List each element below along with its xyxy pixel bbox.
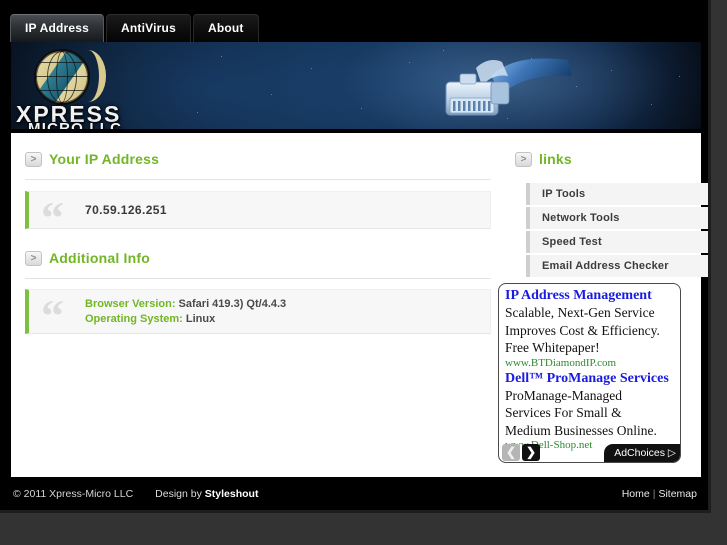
footer-right: Home | Sitemap — [622, 488, 697, 500]
tab-about[interactable]: About — [192, 14, 259, 42]
ad-body-line: Free Whitepaper! — [505, 340, 600, 355]
ad-title-link[interactable]: Dell™ ProManage Services — [505, 370, 674, 387]
logo-text-secondary: MICRO LLC — [28, 120, 123, 131]
ad-body-line: Services For Small & — [505, 405, 622, 420]
section-title-links: links — [539, 151, 572, 167]
sidebar-item-speed-test[interactable]: Speed Test — [526, 231, 708, 253]
section-heading-links: > links — [515, 151, 572, 173]
section-heading-additional-info: > Additional Info — [25, 250, 150, 272]
section-divider — [25, 179, 491, 180]
rj45-network-cable-icon — [436, 54, 576, 126]
tab-bar: IP Address AntiVirus About — [0, 0, 708, 42]
ip-address-blockquote: “ 70.59.126.251 — [25, 191, 491, 241]
additional-info-blockquote: “ Browser Version: Safari 419.3) Qt/4.4.… — [25, 289, 491, 341]
ad-body-line: Medium Businesses Online. — [505, 422, 657, 438]
footer-design-credit: Design by Styleshout — [155, 488, 258, 500]
ad-prev-button[interactable]: ❮ — [502, 444, 520, 461]
footer-copyright: © 2011 Xpress-Micro LLC — [13, 488, 134, 500]
footer-link-sitemap[interactable]: Sitemap — [658, 488, 697, 500]
ad-body-line: Improves Cost & Efficiency. — [505, 322, 660, 338]
section-title-additional-info: Additional Info — [49, 250, 150, 266]
logo-swoosh-icon — [76, 50, 106, 102]
ad-body-line: ProManage-Managed — [505, 387, 622, 403]
chevron-right-icon: > — [25, 151, 42, 167]
page-title: Your IP Address — [49, 151, 160, 167]
footer-design-prefix: Design by — [155, 488, 205, 500]
section-heading-ip-address: > Your IP Address — [25, 151, 159, 173]
ad-body-line: Scalable, Next-Gen Service — [505, 305, 655, 320]
ad-title-link[interactable]: IP Address Management — [505, 287, 674, 304]
quote-icon: “ — [41, 192, 64, 243]
footer-left: © 2011 Xpress-Micro LLC Design by Stylesh… — [13, 488, 258, 500]
main-content: > Your IP Address “ 70.59.126.251 > Additi… — [11, 133, 708, 477]
ad-display-url[interactable]: www.BTDiamondIP.com — [505, 357, 674, 370]
ip-address-value: 70.59.126.251 — [85, 203, 167, 217]
site-banner: XPRESS MICRO LLC — [11, 42, 701, 131]
tab-antivirus[interactable]: AntiVirus — [106, 14, 191, 42]
footer-link-home[interactable]: Home — [622, 488, 650, 500]
ad-next-button[interactable]: ❯ — [522, 444, 540, 461]
chevron-right-icon: > — [25, 250, 42, 266]
browser-version-line: Browser Version: Safari 419.3) Qt/4.4.3 — [85, 297, 482, 312]
page-shell: IP Address AntiVirus About XPRESS MICRO … — [0, 0, 711, 513]
links-list: IP Tools Network Tools Speed Test Email … — [526, 183, 708, 279]
site-logo[interactable]: XPRESS MICRO LLC — [16, 46, 176, 129]
adchoices-button[interactable]: AdChoices ▷ — [604, 444, 680, 462]
sidebar-item-ip-tools[interactable]: IP Tools — [526, 183, 708, 205]
sidebar-item-email-address-checker[interactable]: Email Address Checker — [526, 255, 708, 277]
ad-item: Dell™ ProManage Services ProManage-Manag… — [505, 370, 674, 453]
operating-system-value: Linux — [185, 312, 216, 325]
site-footer: © 2011 Xpress-Micro LLC Design by Stylesh… — [0, 477, 708, 510]
operating-system-label: Operating System: — [85, 312, 183, 325]
section-divider — [25, 278, 491, 279]
browser-version-value: Safari 419.3) Qt/4.4.3 — [178, 297, 287, 310]
ad-list: IP Address Management Scalable, Next-Gen… — [499, 284, 680, 452]
tab-ip-address[interactable]: IP Address — [10, 14, 105, 42]
ad-item: IP Address Management Scalable, Next-Gen… — [505, 287, 674, 370]
operating-system-line: Operating System: Linux — [85, 312, 482, 327]
browser-version-label: Browser Version: — [85, 297, 176, 310]
sidebar-item-network-tools[interactable]: Network Tools — [526, 207, 708, 229]
footer-separator: | — [652, 488, 656, 500]
quote-icon: “ — [41, 290, 64, 341]
advertisement-block: IP Address Management Scalable, Next-Gen… — [498, 283, 681, 463]
footer-design-link[interactable]: Styleshout — [205, 488, 259, 500]
chevron-right-icon: > — [515, 151, 532, 167]
ad-controls: ❮ ❯ AdChoices ▷ — [499, 443, 680, 462]
